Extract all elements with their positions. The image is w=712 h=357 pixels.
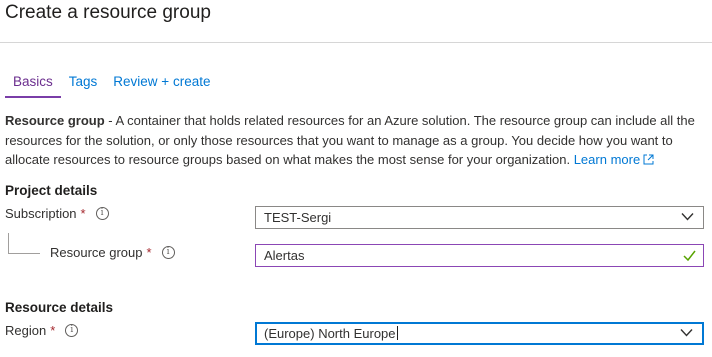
region-dropdown[interactable]: (Europe) North Europe <box>255 322 704 345</box>
text-cursor <box>396 326 398 340</box>
page-title: Create a resource group <box>5 2 211 23</box>
resource-group-value: Alertas <box>264 248 305 263</box>
resource-group-input[interactable]: Alertas <box>255 244 704 267</box>
subscription-label-group: Subscription * i <box>5 206 109 221</box>
resource-group-description: Resource group - A container that holds … <box>5 111 707 170</box>
resource-group-label-group: Resource group * i <box>50 245 175 260</box>
info-icon[interactable]: i <box>95 207 109 220</box>
external-link-icon <box>643 154 654 165</box>
region-label: Region <box>5 323 47 338</box>
region-value: (Europe) North Europe <box>264 326 396 341</box>
subscription-label: Subscription <box>5 206 77 221</box>
learn-more-link[interactable]: Learn more <box>574 152 654 167</box>
chevron-down-icon <box>680 329 693 337</box>
chevron-down-icon <box>681 213 694 221</box>
tab-tags[interactable]: Tags <box>61 73 106 96</box>
required-asterisk: * <box>146 245 152 260</box>
tab-review-create[interactable]: Review + create <box>105 73 218 96</box>
project-details-heading: Project details <box>5 183 98 198</box>
checkmark-icon <box>683 250 696 261</box>
resource-group-label: Resource group <box>50 245 143 260</box>
subscription-value: TEST-Sergi <box>264 210 332 225</box>
description-term: Resource group <box>5 113 105 128</box>
resource-details-heading: Resource details <box>5 300 114 315</box>
tab-bar: Basics Tags Review + create <box>5 73 218 98</box>
required-asterisk: * <box>50 323 56 338</box>
info-icon[interactable]: i <box>161 246 175 259</box>
tab-basics[interactable]: Basics <box>5 73 61 98</box>
tree-connector-horizontal <box>8 253 40 254</box>
learn-more-label: Learn more <box>573 152 641 167</box>
tree-connector-vertical <box>8 233 9 253</box>
required-asterisk: * <box>80 206 86 221</box>
info-icon[interactable]: i <box>65 324 79 337</box>
subscription-dropdown[interactable]: TEST-Sergi <box>255 206 704 229</box>
header-divider <box>0 42 712 43</box>
region-label-group: Region * i <box>5 323 79 338</box>
